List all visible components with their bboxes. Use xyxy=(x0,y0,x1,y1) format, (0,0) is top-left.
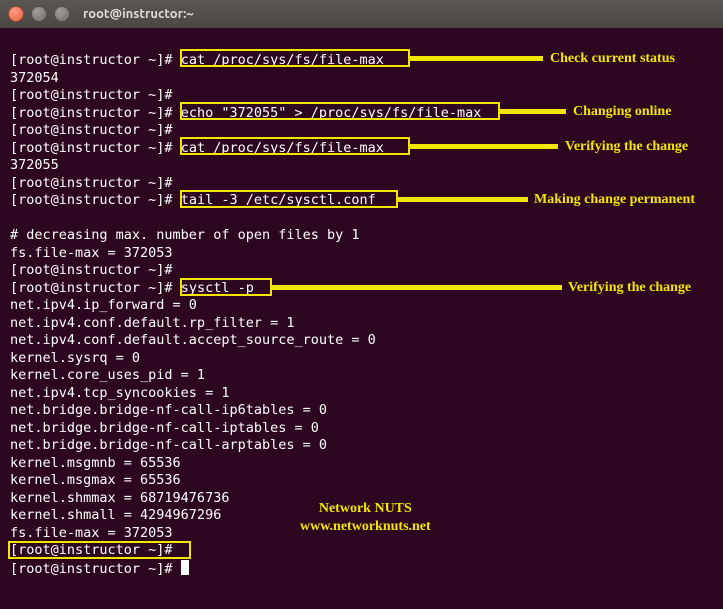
window-title: root@instructor:~ xyxy=(83,7,194,21)
output-line: net.bridge.bridge-nf-call-iptables = 0 xyxy=(10,420,713,438)
output-line xyxy=(10,210,713,228)
close-icon[interactable] xyxy=(8,6,24,22)
terminal-body[interactable]: [root@instructor ~]# cat /proc/sys/fs/fi… xyxy=(0,28,723,609)
watermark-line1: Network NUTS xyxy=(300,500,431,518)
annotation-4: Making change permanent xyxy=(534,191,695,209)
output-line: net.bridge.bridge-nf-call-ip6tables = 0 xyxy=(10,402,713,420)
output-line: kernel.msgmax = 65536 xyxy=(10,472,713,490)
annotation-5: Verifying the change xyxy=(568,279,691,297)
prompt-line-8: [root@instructor ~]# xyxy=(10,262,713,280)
maximize-icon[interactable] xyxy=(54,6,70,22)
output-line: 372054 xyxy=(10,70,713,88)
annotation-3: Verifying the change xyxy=(565,138,688,156)
window-titlebar: root@instructor:~ xyxy=(0,0,723,28)
prompt-line-2: [root@instructor ~]# xyxy=(10,87,713,105)
output-line: 372055 xyxy=(10,157,713,175)
output-line: fs.file-max = 372053 xyxy=(10,245,713,263)
prompt-line-6: [root@instructor ~]# xyxy=(10,175,713,193)
output-line: kernel.msgmnb = 65536 xyxy=(10,455,713,473)
annotation-2: Changing online xyxy=(573,103,671,121)
cursor-icon xyxy=(181,560,189,575)
output-line: kernel.sysrq = 0 xyxy=(10,350,713,368)
output-line: # decreasing max. number of open files b… xyxy=(10,227,713,245)
output-line: kernel.core_uses_pid = 1 xyxy=(10,367,713,385)
output-line: net.ipv4.ip_forward = 0 xyxy=(10,297,713,315)
prompt-line-4: [root@instructor ~]# xyxy=(10,122,713,140)
annotation-1: Check current status xyxy=(550,50,675,68)
prompt-line-10: [root@instructor ~]# xyxy=(10,542,713,560)
output-line: net.ipv4.tcp_syncookies = 1 xyxy=(10,385,713,403)
prompt-line-11: [root@instructor ~]# xyxy=(10,560,713,578)
watermark: Network NUTS www.networknuts.net xyxy=(300,500,431,536)
minimize-icon[interactable] xyxy=(31,6,47,22)
output-line: net.ipv4.conf.default.accept_source_rout… xyxy=(10,332,713,350)
watermark-line2: www.networknuts.net xyxy=(300,518,431,536)
output-line: net.ipv4.conf.default.rp_filter = 1 xyxy=(10,315,713,333)
output-line: net.bridge.bridge-nf-call-arptables = 0 xyxy=(10,437,713,455)
